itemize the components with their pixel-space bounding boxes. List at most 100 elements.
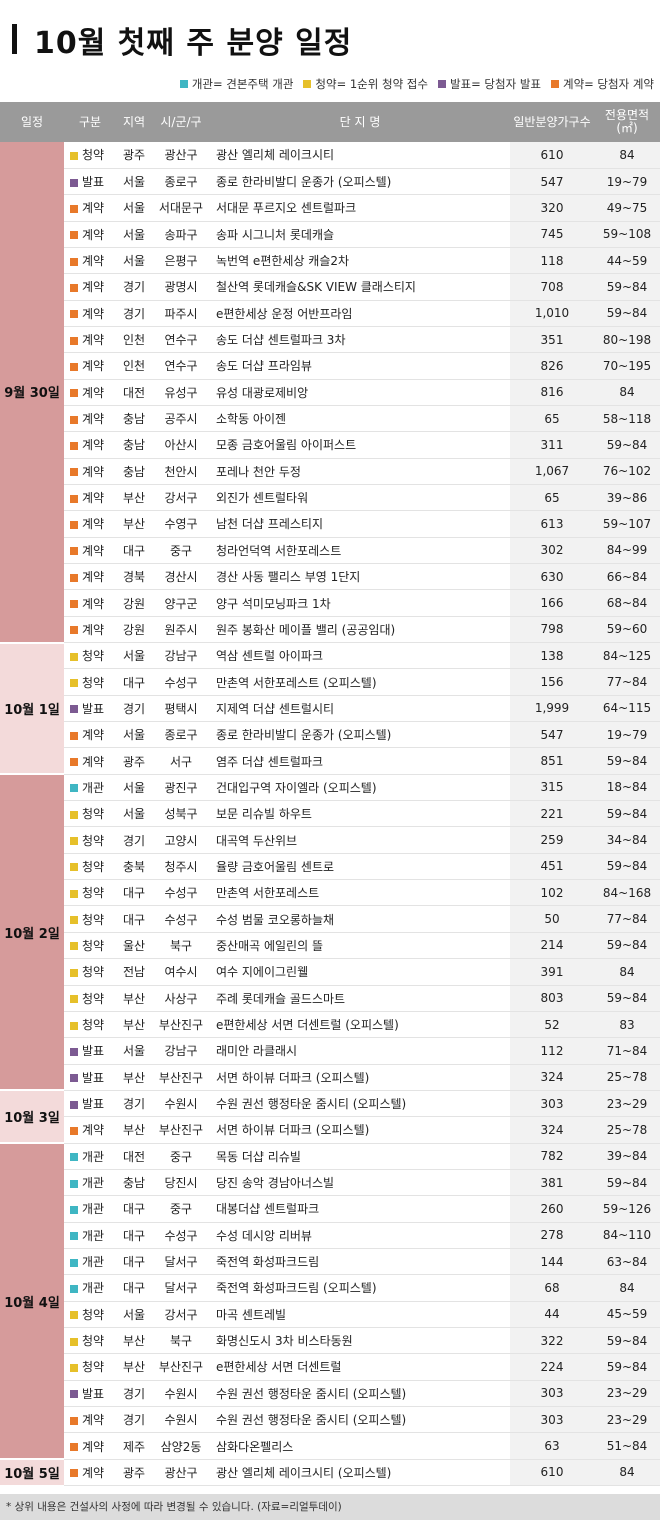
city-cell: 고양시 [152,826,210,854]
legend-label: 청약= 1순위 청약 접수 [315,77,428,91]
kind-label: 발표 [82,1097,105,1112]
table-row: 10월 3일 발표 경기 수원시 수원 권선 행정타운 줌시티 (오피스텔) 303 23~… [0,1090,660,1145]
table-row: 계약 서울 종로구 종로 한라비발디 운종가 (오피스텔) 547 19~79 [0,721,660,749]
city-cell: 달서구 [152,1248,210,1276]
city-cell: 중구 [152,1195,210,1223]
kind-label: 청약 [82,912,105,927]
kind-square-icon [70,468,78,477]
units-cell: 303 [510,1406,594,1434]
city-cell: 종로구 [152,168,210,196]
kind-square-icon [70,626,78,635]
region-cell: 경기 [116,1090,152,1118]
kind-cell: 계약 [64,379,116,406]
kind-square-icon [70,547,78,556]
complex-name-cell: e편한세상 운정 어반프라임 [210,300,510,327]
units-cell: 50 [510,905,594,933]
legend-swatch-icon [437,80,446,88]
units-cell: 214 [510,932,594,960]
complex-name-cell: 양구 석미모닝파크 1차 [210,589,510,617]
city-cell: 서구 [152,747,210,775]
region-cell: 대구 [116,1248,152,1276]
units-cell: 144 [510,1248,594,1276]
table-row: 계약 부산 강서구 외진가 센트럴타워 65 39~86 [0,484,660,512]
region-cell: 대구 [116,905,152,933]
kind-label: 청약 [82,1018,105,1033]
area-cell: 59~108 [594,221,660,248]
city-cell: 부산진구 [152,1064,210,1091]
table-row: 청약 경기 고양시 대곡역 두산위브 259 34~84 [0,826,660,854]
kind-label: 계약 [82,227,105,242]
table-row: 청약 대구 수성구 수성 범물 코오롱하늘채 50 77~84 [0,905,660,933]
kind-cell: 계약 [64,1406,116,1434]
area-cell: 51~84 [594,1432,660,1460]
complex-name-cell: 종로 한라비발디 운종가 (오피스텔) [210,168,510,196]
city-cell: 유성구 [152,379,210,406]
area-cell: 76~102 [594,458,660,485]
kind-square-icon [70,942,78,951]
area-cell: 59~84 [594,1169,660,1197]
table-row: 청약 충북 청주시 율량 금호어울림 센트로 451 59~84 [0,853,660,881]
table-row: 계약 경기 수원시 수원 권선 행정타운 줌시티 (오피스텔) 303 23~29 [0,1406,660,1434]
table-row: 청약 대구 수성구 만촌역 서한포레스트 102 84~168 [0,879,660,907]
region-cell: 서울 [116,721,152,749]
city-cell: 부산진구 [152,1353,210,1381]
kind-label: 발표 [82,1044,105,1059]
area-cell: 59~84 [594,273,660,301]
units-cell: 68 [510,1274,594,1302]
kind-square-icon [70,415,78,424]
city-cell: 광진구 [152,774,210,802]
kind-square-icon [70,837,78,846]
complex-name-cell: e편한세상 서면 더센트럴 (오피스텔) [210,1011,510,1039]
region-cell: 경북 [116,563,152,591]
area-cell: 49~75 [594,194,660,222]
kind-label: 계약 [82,333,105,348]
area-cell: 19~79 [594,168,660,196]
units-cell: 320 [510,194,594,222]
area-cell: 44~59 [594,247,660,275]
city-cell: 연수구 [152,352,210,380]
complex-name-cell: 중산매곡 에일린의 뜰 [210,932,510,960]
table-row: 계약 대전 유성구 유성 대광로제비앙 816 84 [0,379,660,406]
footnote: * 상위 내용은 건설사의 사정에 따라 변경될 수 있습니다. (자료=리얼투… [0,1494,660,1520]
region-cell: 경기 [116,300,152,327]
units-cell: 803 [510,985,594,1012]
city-cell: 성북구 [152,800,210,828]
area-cell: 84~99 [594,537,660,565]
region-cell: 서울 [116,247,152,275]
area-cell: 45~59 [594,1301,660,1328]
kind-square-icon [70,178,78,187]
area-cell: 39~84 [594,1143,660,1170]
table-row: 개관 대구 중구 대봉더샵 센트럴파크 260 59~126 [0,1195,660,1223]
table-row: 9월 30일 청약 광주 광산구 광산 엘리체 레이크시티 610 84 [0,142,660,644]
table-row: 계약 광주 서구 염주 더샵 센트럴파크 851 59~84 [0,747,660,775]
kind-label: 계약 [82,1439,105,1454]
complex-name-cell: 화명신도시 3차 비스타동원 [210,1327,510,1355]
region-cell: 강원 [116,589,152,617]
kind-square-icon [70,705,78,714]
city-cell: 수원시 [152,1380,210,1408]
kind-label: 청약 [82,833,105,848]
kind-cell: 청약 [64,985,116,1012]
units-cell: 311 [510,431,594,459]
kind-square-icon [70,916,78,925]
kind-cell: 발표 [64,168,116,196]
table-row: 청약 울산 북구 중산매곡 에일린의 뜰 214 59~84 [0,932,660,960]
kind-square-icon [70,1258,78,1267]
header-city: 시/군/구 [152,102,210,142]
region-cell: 부산 [116,1116,152,1144]
legend-item: 발표= 당첨자 발표 [437,76,541,92]
kind-square-icon [70,1337,78,1346]
kind-square-icon [70,283,78,292]
kind-square-icon [70,968,78,977]
region-cell: 대전 [116,379,152,406]
kind-label: 개관 [82,780,105,795]
table-row: 계약 부산 수영구 남천 더샵 프레스티지 613 59~107 [0,510,660,538]
kind-label: 청약 [82,675,105,690]
table-row: 계약 서울 은평구 녹번역 e편한세상 캐슬2차 118 44~59 [0,247,660,275]
table-row: 계약 충남 공주시 소학동 아이젠 65 58~118 [0,405,660,433]
kind-cell: 청약 [64,879,116,907]
page-title: 10월 첫째 주 분양 일정 [34,26,353,61]
area-cell: 84 [594,1274,660,1302]
units-cell: 324 [510,1064,594,1091]
header-area: 전용면적(㎡) [594,102,660,142]
